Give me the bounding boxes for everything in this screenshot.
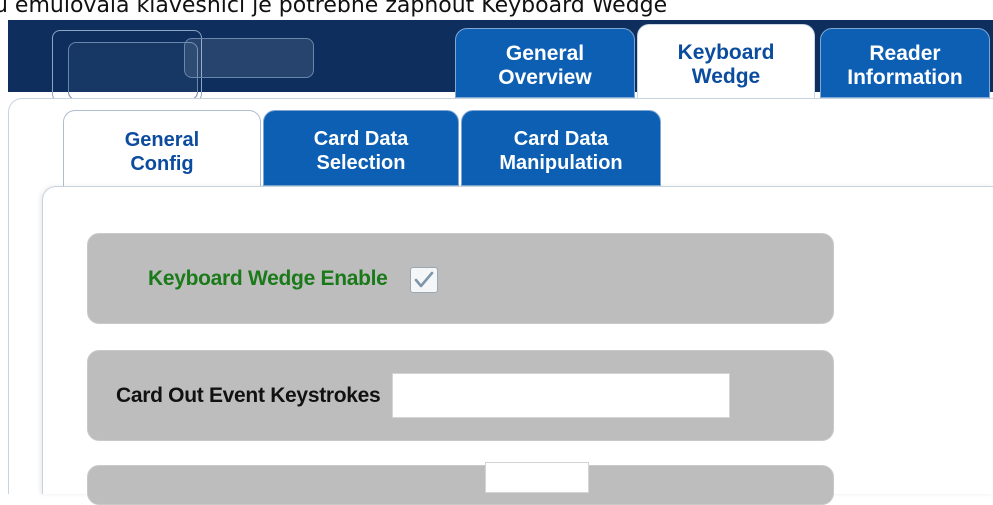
checkmark-icon (414, 271, 433, 287)
tab-label-line: Config (130, 152, 194, 175)
tab-label-line: Reader (869, 42, 941, 65)
instruction-caption: u emulovala klávesnici je potřebné zapno… (0, 0, 668, 18)
tab-reader-information[interactable]: Reader Information (820, 28, 990, 98)
tab-label-line: Card Data (313, 128, 409, 150)
keyboard-wedge-enable-label: Keyboard Wedge Enable (148, 266, 388, 290)
tab-label-line: Keyboard (677, 40, 775, 64)
keyboard-wedge-enable-row: Keyboard Wedge Enable (87, 233, 834, 324)
tab-keyboard-wedge[interactable]: Keyboard Wedge (637, 24, 815, 98)
settings-input[interactable] (485, 462, 589, 493)
header-decoration (68, 42, 198, 100)
tab-general-overview[interactable]: General Overview (455, 28, 635, 98)
tab-card-data-manipulation[interactable]: Card Data Manipulation (461, 110, 661, 186)
keyboard-wedge-enable-checkbox[interactable] (409, 266, 438, 293)
tab-label-line: Wedge (691, 64, 761, 88)
card-out-event-keystrokes-label: Card Out Event Keystrokes (116, 383, 381, 407)
tab-label-line: Overview (498, 66, 592, 89)
tab-label-line: Information (847, 66, 963, 89)
tab-label-line: General (124, 128, 200, 151)
card-out-event-keystrokes-input[interactable] (392, 373, 731, 418)
tab-label-line: Selection (316, 152, 406, 174)
card-out-event-keystrokes-row: Card Out Event Keystrokes (87, 350, 834, 441)
tab-label-line: Card Data (513, 128, 609, 150)
tab-label-line: General (505, 42, 585, 65)
header-decoration (184, 38, 314, 78)
tab-label-line: Manipulation (499, 152, 623, 174)
tab-card-data-selection[interactable]: Card Data Selection (263, 110, 459, 186)
settings-row (87, 465, 834, 505)
tab-general-config[interactable]: General Config (63, 110, 261, 186)
